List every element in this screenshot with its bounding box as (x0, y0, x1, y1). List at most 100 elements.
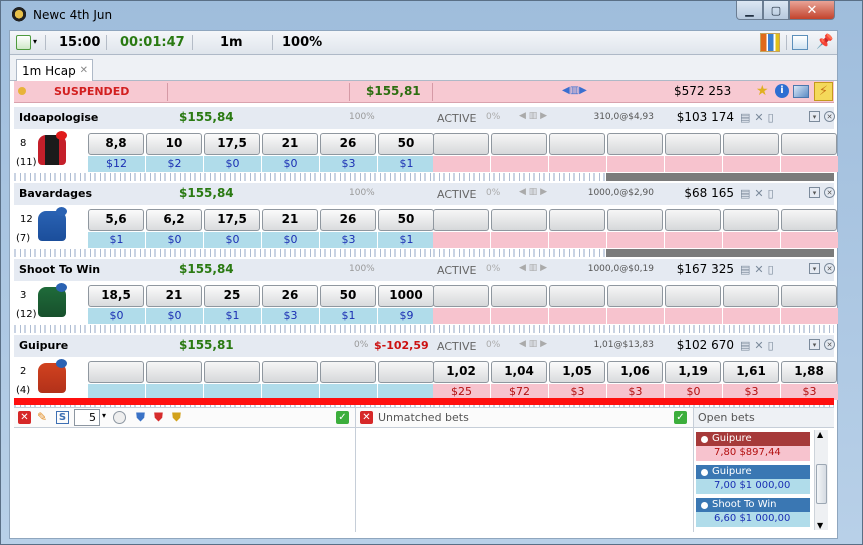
back-price-cell[interactable]: 25 (204, 285, 260, 307)
stake-select[interactable]: 5 (74, 409, 100, 426)
lay-price-cell[interactable] (491, 209, 547, 231)
lay-price-cell[interactable] (433, 209, 489, 231)
lay-price-cell[interactable] (491, 133, 547, 155)
runner-name[interactable]: Shoot To Win (19, 263, 100, 276)
open-bet-item[interactable]: Guipure 7,80 $897,44 (696, 432, 810, 462)
record-icon[interactable] (113, 411, 126, 424)
lay-price-cell[interactable]: 1,88 (781, 361, 837, 383)
back-price-cell[interactable]: 50 (378, 133, 434, 155)
remove-runner-icon[interactable]: ✕ (824, 187, 835, 198)
lay-price-cell[interactable]: 1,61 (723, 361, 779, 383)
remove-runner-icon[interactable]: ✕ (824, 339, 835, 350)
lay-price-cell[interactable] (665, 209, 721, 231)
expand-icon[interactable]: ▾ (809, 339, 820, 350)
ladder-nav-icon[interactable]: ◀ ▥ ▶ (519, 263, 547, 273)
minimize-button[interactable]: ▁ (736, 1, 763, 20)
title-bar[interactable]: Newc 4th Jun ▁ ▢ ✕ (1, 1, 862, 29)
lay-price-cell[interactable] (607, 133, 663, 155)
back-price-cell[interactable]: 6,2 (146, 209, 202, 231)
confirm-unmatched-icon[interactable]: ✓ (674, 411, 687, 424)
shield-yellow-icon[interactable]: ⛊ (172, 410, 181, 425)
lay-price-cell[interactable]: 1,19 (665, 361, 721, 383)
runner-tools-icon[interactable]: ▤✕▯ (740, 339, 778, 352)
lay-price-cell[interactable] (723, 285, 779, 307)
chevron-down-icon[interactable]: ▾ (102, 411, 106, 420)
lay-price-cell[interactable] (433, 133, 489, 155)
expand-icon[interactable]: ▾ (809, 111, 820, 122)
pin-icon[interactable]: 📌 (816, 34, 833, 50)
lay-price-cell[interactable] (549, 285, 605, 307)
back-price-cell[interactable]: 50 (320, 285, 376, 307)
cancel-unmatched-icon[interactable]: ✕ (360, 411, 373, 424)
back-price-cell[interactable]: 18,5 (88, 285, 144, 307)
tab-market[interactable]: 1m Hcap ✕ (16, 59, 93, 82)
scroll-down-icon[interactable]: ▼ (817, 521, 823, 530)
add-market-icon[interactable] (16, 35, 31, 50)
runner-tools-icon[interactable]: ▤✕▯ (740, 111, 778, 124)
lay-price-cell[interactable] (723, 209, 779, 231)
back-price-cell[interactable]: 26 (262, 285, 318, 307)
back-price-cell[interactable]: 8,8 (88, 133, 144, 155)
maximize-button[interactable]: ▢ (763, 1, 789, 20)
hammer-icon[interactable]: ✎ (37, 410, 47, 424)
shield-blue-icon[interactable]: ⛊ (136, 410, 145, 425)
remove-runner-icon[interactable]: ✕ (824, 263, 835, 274)
lightning-icon[interactable]: ⚡ (814, 82, 833, 101)
lay-price-cell[interactable] (665, 285, 721, 307)
back-price-cell[interactable]: 1000 (378, 285, 434, 307)
lay-price-cell[interactable]: 1,02 (433, 361, 489, 383)
lay-price-cell[interactable] (781, 133, 837, 155)
lay-price-cell[interactable] (665, 133, 721, 155)
back-price-cell[interactable]: 10 (146, 133, 202, 155)
back-price-cell[interactable] (262, 361, 318, 383)
lay-price-cell[interactable] (433, 285, 489, 307)
runner-tools-icon[interactable]: ▤✕▯ (740, 187, 778, 200)
lay-price-cell[interactable]: 1,04 (491, 361, 547, 383)
lay-price-cell[interactable] (723, 133, 779, 155)
scrollbar-thumb[interactable] (816, 464, 827, 504)
back-price-cell[interactable]: 21 (262, 133, 318, 155)
back-price-cell[interactable] (88, 361, 144, 383)
back-price-cell[interactable] (146, 361, 202, 383)
lay-price-cell[interactable] (607, 285, 663, 307)
lay-price-cell[interactable] (549, 133, 605, 155)
confirm-icon[interactable]: ✓ (336, 411, 349, 424)
runner-name[interactable]: Guipure (19, 339, 68, 352)
new-window-icon[interactable] (792, 35, 808, 50)
cancel-all-icon[interactable]: ✕ (18, 411, 31, 424)
back-price-cell[interactable] (378, 361, 434, 383)
close-tab-icon[interactable]: ✕ (80, 65, 88, 76)
open-bets-scrollbar[interactable]: ▲ ▼ (814, 430, 828, 530)
back-price-cell[interactable]: 26 (320, 133, 376, 155)
chart-icon[interactable] (760, 33, 780, 52)
expand-icon[interactable]: ▾ (809, 187, 820, 198)
back-price-cell[interactable]: 5,6 (88, 209, 144, 231)
open-bet-item[interactable]: Shoot To Win 6,60 $1 000,00 (696, 498, 810, 528)
back-price-cell[interactable]: 26 (320, 209, 376, 231)
close-button[interactable]: ✕ (789, 1, 835, 20)
ladder-nav-icon[interactable]: ◀ ▥ ▶ (519, 187, 547, 197)
runner-name[interactable]: Bavardages (19, 187, 92, 200)
scroll-up-icon[interactable]: ▲ (817, 430, 823, 439)
info-icon[interactable]: i (775, 84, 789, 98)
back-price-cell[interactable]: 17,5 (204, 209, 260, 231)
back-price-cell[interactable] (320, 361, 376, 383)
lay-price-cell[interactable] (549, 209, 605, 231)
dropdown-arrow-icon[interactable]: ▾ (33, 37, 37, 46)
shield-red-icon[interactable]: ⛊ (154, 410, 163, 425)
lay-price-cell[interactable] (781, 209, 837, 231)
expand-icon[interactable]: ▾ (809, 263, 820, 274)
graph-icon[interactable] (793, 85, 809, 98)
lay-price-cell[interactable]: 1,05 (549, 361, 605, 383)
runner-tools-icon[interactable]: ▤✕▯ (740, 263, 778, 276)
back-price-cell[interactable]: 17,5 (204, 133, 260, 155)
lay-price-cell[interactable] (491, 285, 547, 307)
back-price-cell[interactable]: 21 (262, 209, 318, 231)
lay-price-cell[interactable] (781, 285, 837, 307)
ladder-nav-icon[interactable]: ◀ ▥ ▶ (519, 339, 547, 349)
ladder-nav-icon[interactable]: ◀▥▶ (562, 85, 587, 96)
runner-name[interactable]: Idoapologise (19, 111, 98, 124)
lay-price-cell[interactable] (607, 209, 663, 231)
ladder-nav-icon[interactable]: ◀ ▥ ▶ (519, 111, 547, 121)
lay-price-cell[interactable]: 1,06 (607, 361, 663, 383)
